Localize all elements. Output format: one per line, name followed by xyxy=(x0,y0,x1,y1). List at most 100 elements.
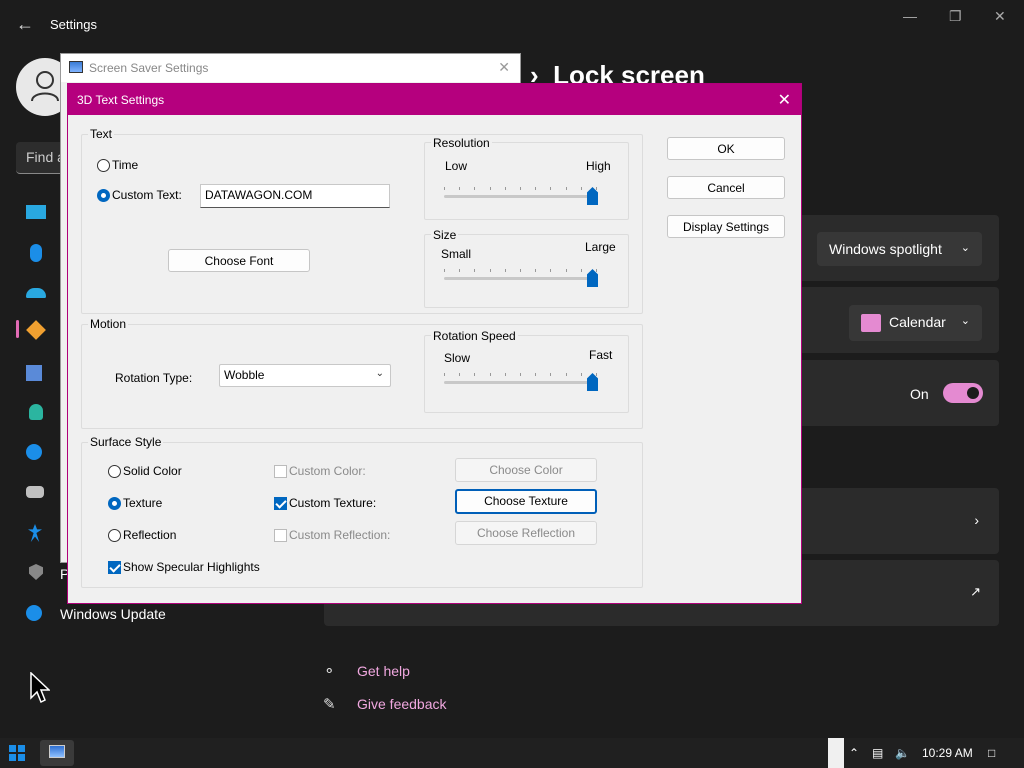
slider-ticks xyxy=(444,187,598,191)
chevron-right-icon: › xyxy=(974,512,979,528)
resolution-group-label: Resolution xyxy=(431,136,492,150)
time-radio[interactable] xyxy=(97,159,110,172)
nav-item-windows-update[interactable]: Windows Update xyxy=(60,606,166,622)
rotation-speed-slider[interactable] xyxy=(444,373,598,401)
custom-text-radio[interactable] xyxy=(97,189,110,202)
chevron-up-icon[interactable]: ⌃ xyxy=(849,746,859,760)
display-settings-button[interactable]: Display Settings xyxy=(667,215,785,238)
user-icon xyxy=(31,71,59,102)
slider-track xyxy=(444,277,598,280)
rotation-type-select[interactable]: Wobble ⌄ xyxy=(219,364,391,387)
speed-slow-label: Slow xyxy=(444,351,471,365)
rotation-type-label: Rotation Type: xyxy=(115,371,193,385)
custom-reflection-checkbox[interactable] xyxy=(274,529,287,542)
time-language-icon[interactable] xyxy=(26,444,42,460)
size-small-label: Small xyxy=(441,247,472,261)
minimize-icon[interactable]: — xyxy=(903,8,917,24)
custom-texture-checkbox[interactable] xyxy=(274,497,287,510)
texture-radio[interactable] xyxy=(108,497,121,510)
ok-button[interactable]: OK xyxy=(667,137,785,160)
back-arrow-icon[interactable]: ← xyxy=(16,14,34,35)
network-icon[interactable] xyxy=(26,288,46,298)
signin-background-toggle[interactable] xyxy=(943,383,983,403)
personalize-dropdown[interactable]: Windows spotlight ⌄ xyxy=(817,232,982,266)
get-help-link[interactable]: Get help xyxy=(357,663,410,679)
windows-update-icon[interactable] xyxy=(26,605,42,621)
personalization-brush-icon[interactable] xyxy=(26,320,46,340)
system-icon[interactable] xyxy=(26,205,46,219)
slider-track xyxy=(444,381,598,384)
screen-saver-titlebar: Screen Saver Settings ✕ xyxy=(61,54,520,82)
taskbar: ⌃ ▤ 🔈 10:29 AM □ xyxy=(0,738,1024,768)
resolution-low-label: Low xyxy=(445,159,468,173)
custom-text-label: Custom Text: xyxy=(112,188,182,202)
solid-color-radio[interactable] xyxy=(108,465,121,478)
get-help-icon: ⚬ xyxy=(323,663,336,680)
gaming-icon[interactable] xyxy=(26,486,44,498)
slider-track xyxy=(444,195,598,198)
give-feedback-icon: ✎ xyxy=(323,696,336,713)
screen-saver-app-icon xyxy=(69,61,83,73)
choose-reflection-button[interactable]: Choose Reflection xyxy=(455,521,597,545)
size-large-label: Large xyxy=(585,240,616,254)
slider-ticks xyxy=(444,373,598,377)
chevron-down-icon: ⌄ xyxy=(375,368,384,379)
accessibility-icon[interactable] xyxy=(28,524,42,542)
give-feedback-link[interactable]: Give feedback xyxy=(357,696,447,712)
rotation-speed-group-label: Rotation Speed xyxy=(431,329,518,343)
status-app-dropdown[interactable]: Calendar ⌄ xyxy=(849,305,982,342)
custom-texture-label: Custom Texture: xyxy=(289,496,377,510)
privacy-shield-icon[interactable] xyxy=(29,564,43,580)
surface-style-group-label: Surface Style xyxy=(88,435,164,449)
taskbar-screensaver-app[interactable] xyxy=(40,740,74,766)
time-label: Time xyxy=(112,158,139,172)
slider-ticks xyxy=(444,269,598,273)
cancel-button[interactable]: Cancel xyxy=(667,176,785,199)
motion-group-label: Motion xyxy=(88,317,129,331)
choose-texture-button[interactable]: Choose Texture xyxy=(455,489,597,514)
close-icon[interactable]: ✕ xyxy=(498,59,510,76)
volume-icon[interactable]: 🔈 xyxy=(895,746,910,760)
text-group-label: Text xyxy=(88,127,115,141)
network-tray-icon[interactable]: ▤ xyxy=(872,746,883,760)
apps-icon[interactable] xyxy=(26,365,42,381)
custom-reflection-label: Custom Reflection: xyxy=(289,528,391,542)
rotation-type-value: Wobble xyxy=(224,368,265,382)
mouse-cursor-icon xyxy=(30,672,50,704)
choose-color-button[interactable]: Choose Color xyxy=(455,458,597,482)
choose-font-button[interactable]: Choose Font xyxy=(168,249,310,272)
accounts-icon[interactable] xyxy=(29,404,43,420)
close-icon[interactable]: ✕ xyxy=(778,90,791,110)
taskbar-clock[interactable]: 10:29 AM xyxy=(922,746,973,760)
dialog-title: 3D Text Settings xyxy=(77,93,165,107)
monitor-icon xyxy=(49,745,65,758)
specular-highlights-label: Show Specular Highlights xyxy=(123,560,260,574)
specular-highlights-checkbox[interactable] xyxy=(108,561,121,574)
speed-fast-label: Fast xyxy=(589,348,613,362)
bluetooth-icon[interactable] xyxy=(30,244,42,262)
reflection-label: Reflection xyxy=(123,528,177,542)
reflection-radio[interactable] xyxy=(108,529,121,542)
resolution-slider[interactable] xyxy=(444,187,598,215)
calendar-icon xyxy=(861,314,881,333)
custom-text-input[interactable]: DATAWAGON.COM xyxy=(200,184,390,208)
texture-label: Texture xyxy=(123,496,163,510)
custom-color-label: Custom Color: xyxy=(289,464,366,478)
notification-icon[interactable]: □ xyxy=(988,746,995,760)
windows-start-icon[interactable] xyxy=(9,745,25,761)
custom-color-checkbox[interactable] xyxy=(274,465,287,478)
resolution-high-label: High xyxy=(586,159,611,173)
solid-color-label: Solid Color xyxy=(123,464,182,478)
nav-selection-indicator xyxy=(16,320,19,338)
external-link-icon: ↗ xyxy=(970,584,981,599)
taskbar-show-desktop[interactable] xyxy=(828,738,844,768)
status-app-value: Calendar xyxy=(889,314,946,330)
maximize-icon[interactable]: ❐ xyxy=(949,8,962,25)
toggle-state-label: On xyxy=(910,386,929,402)
dialog-titlebar: 3D Text Settings ✕ xyxy=(68,84,801,115)
size-slider[interactable] xyxy=(444,269,598,297)
close-icon[interactable]: ✕ xyxy=(994,8,1006,25)
personalize-dropdown-value: Windows spotlight xyxy=(829,241,942,257)
3d-text-settings-dialog: 3D Text Settings ✕ Text Time Custom Text… xyxy=(67,83,802,604)
size-group-label: Size xyxy=(431,228,459,242)
